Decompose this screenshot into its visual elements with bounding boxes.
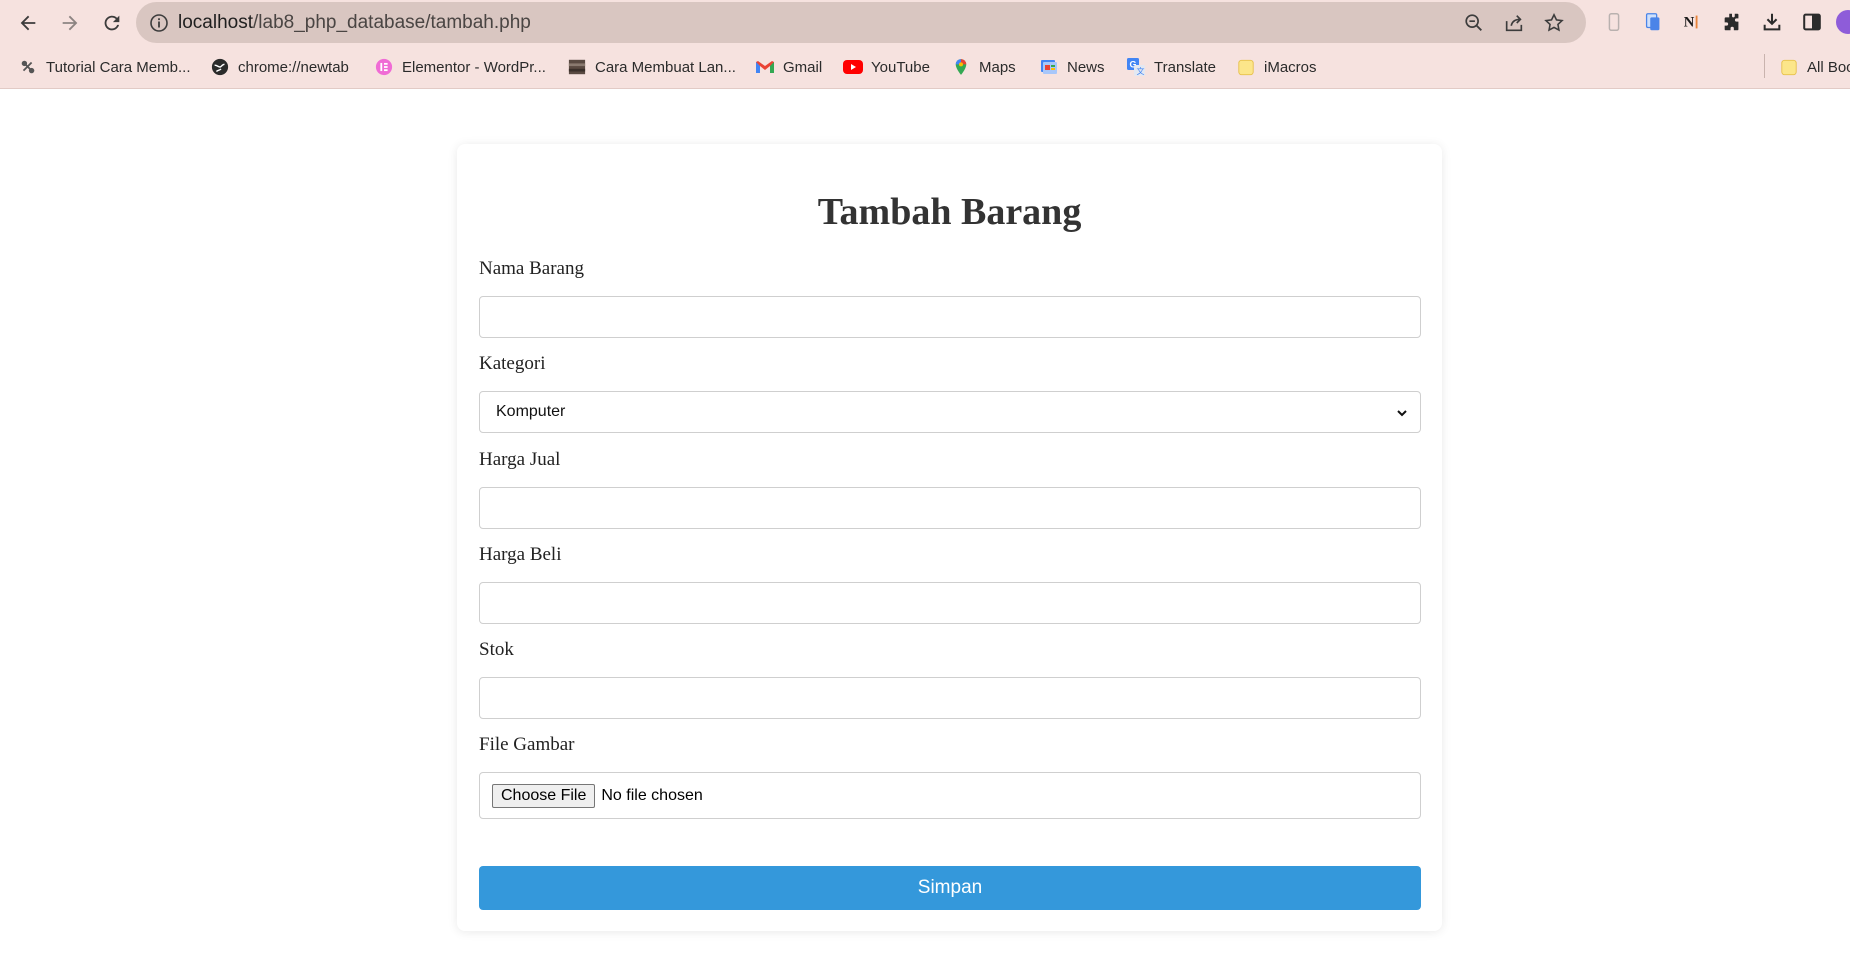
bookmark-gmail[interactable]: Gmail [755,55,822,79]
bookmark-maps[interactable]: Maps [951,55,1016,79]
label-stok: Stok [479,639,514,660]
bookmark-label: YouTube [871,58,930,76]
kategori-selected-value: Komputer [496,403,566,420]
thumbnail-icon [567,57,587,77]
folder-icon [1236,57,1256,77]
globe-icon [210,57,230,77]
bookmark-label: iMacros [1264,58,1317,76]
bookmarks-divider [1764,54,1765,78]
harga-jual-input[interactable] [479,487,1421,529]
translate-icon: G文 [1126,57,1146,77]
site-info-icon[interactable] [149,13,169,33]
url-path: /lab8_php_database/tambah.php [253,12,531,33]
page-title: Tambah Barang [817,191,1082,233]
arrow-left-icon [20,15,36,31]
profile-avatar-icon[interactable] [1836,10,1850,34]
bookmark-youtube[interactable]: YouTube [843,55,930,79]
extension-phone-icon[interactable] [1602,10,1626,34]
forward-button[interactable] [54,7,86,39]
kategori-select[interactable]: Komputer [479,391,1421,433]
news-icon [1039,57,1059,77]
arrow-right-icon [62,15,78,31]
bookmark-label: Cara Membuat Lan... [595,58,736,76]
bookmark-translate[interactable]: G文 Translate [1126,55,1216,79]
file-status-text: No file chosen [601,786,703,804]
svg-text:N: N [1684,15,1695,31]
download-icon[interactable] [1760,10,1784,34]
extension-n-icon[interactable]: N [1680,10,1704,34]
choose-file-button[interactable]: Choose File [492,783,596,808]
reload-icon [104,15,120,31]
label-file-gambar: File Gambar [479,734,575,755]
file-gambar-input: Choose File No file chosen [479,772,1421,819]
bookmark-cara-membuat[interactable]: Cara Membuat Lan... [567,55,736,79]
tool-icon [18,57,38,77]
back-button[interactable] [12,7,44,39]
reload-button[interactable] [96,7,128,39]
folder-icon [1779,57,1799,77]
gmail-icon [755,57,775,77]
star-icon[interactable] [1543,12,1565,34]
url-text[interactable]: localhost/lab8_php_database/tambah.php [178,12,531,34]
bookmark-label: Translate [1154,58,1216,76]
share-icon[interactable] [1503,12,1525,34]
nama-barang-input[interactable] [479,296,1421,338]
all-bookmarks-label: All Boo [1807,58,1850,76]
label-harga-jual: Harga Jual [479,449,561,470]
bookmark-newtab[interactable]: chrome://newtab [210,55,349,79]
bookmark-label: Gmail [783,58,823,76]
bookmark-elementor[interactable]: Elementor - WordPr... [374,55,546,79]
address-bar[interactable]: localhost/lab8_php_database/tambah.php [136,2,1586,43]
all-bookmarks[interactable]: All Boo [1779,55,1850,79]
url-host: localhost [178,12,253,33]
bookmarks-bar: Tutorial Cara Memb... chrome://newtab El… [0,45,1850,89]
form-card: Tambah Barang Nama Barang Kategori Kompu… [457,144,1442,931]
simpan-button[interactable]: Simpan [479,866,1421,910]
browser-toolbar: localhost/lab8_php_database/tambah.php N [0,0,1850,45]
stok-input[interactable] [479,677,1421,719]
bookmark-imacros[interactable]: iMacros [1236,55,1317,79]
bookmark-label: News [1067,58,1105,76]
label-nama-barang: Nama Barang [479,258,584,279]
zoom-icon[interactable] [1463,12,1485,34]
bookmark-label: Elementor - WordPr... [402,58,546,76]
youtube-icon [843,57,863,77]
bookmark-label: Tutorial Cara Memb... [46,58,191,76]
elementor-icon [374,57,394,77]
bookmark-news[interactable]: News [1039,55,1105,79]
maps-icon [951,57,971,77]
bookmark-label: chrome://newtab [238,58,349,76]
bookmark-tutorial[interactable]: Tutorial Cara Memb... [18,55,191,79]
side-panel-icon[interactable] [1800,10,1824,34]
svg-text:文: 文 [1137,66,1145,76]
extensions-puzzle-icon[interactable] [1720,10,1744,34]
chevron-down-icon [1397,410,1407,417]
extension-copy-icon[interactable] [1641,10,1665,34]
harga-beli-input[interactable] [479,582,1421,624]
label-harga-beli: Harga Beli [479,544,562,565]
bookmark-label: Maps [979,58,1016,76]
label-kategori: Kategori [479,353,546,374]
